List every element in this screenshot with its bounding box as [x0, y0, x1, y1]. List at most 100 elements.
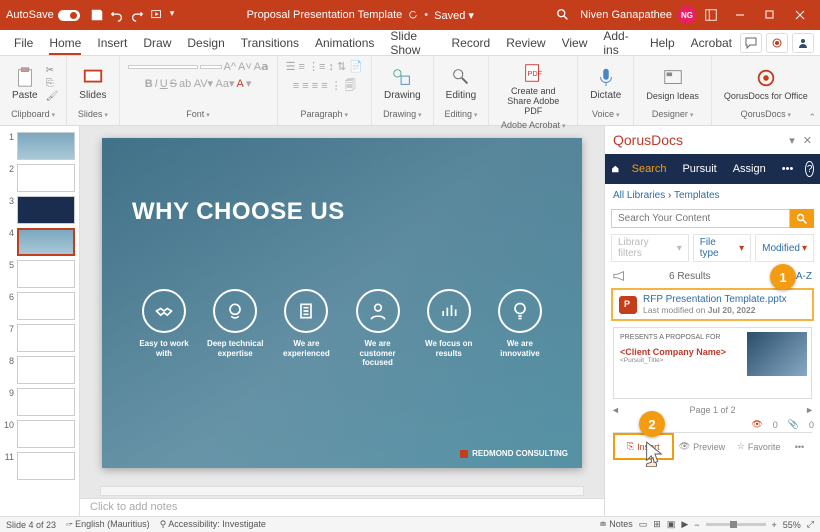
thumb-4[interactable]: 4: [0, 226, 79, 258]
thumb-2[interactable]: 2: [0, 162, 79, 194]
thumb-5[interactable]: 5: [0, 258, 79, 290]
qorus-button[interactable]: QorusDocs for Office: [720, 65, 812, 103]
close-button[interactable]: [786, 4, 814, 26]
view-normal-icon[interactable]: ▭: [639, 519, 648, 530]
fit-icon[interactable]: ⤢: [807, 519, 814, 530]
filter-filetype[interactable]: File type ▾: [693, 234, 751, 262]
thumb-1[interactable]: 1: [0, 130, 79, 162]
autosave-label: AutoSave: [6, 9, 54, 21]
slide-canvas[interactable]: WHY CHOOSE US Easy to work with Deep tec…: [102, 138, 582, 468]
drawing-button[interactable]: Drawing: [380, 64, 425, 103]
cut-icon[interactable]: ✂: [46, 65, 59, 76]
adobe-button[interactable]: PDFCreate and Share Adobe PDF: [497, 60, 569, 118]
menu-insert[interactable]: Insert: [89, 32, 135, 54]
pin-icon[interactable]: [704, 8, 718, 22]
share-button[interactable]: [792, 33, 814, 53]
dictate-button[interactable]: Dictate: [586, 64, 625, 103]
search-input[interactable]: [611, 209, 790, 228]
undo-icon[interactable]: [110, 8, 124, 22]
filter-modified[interactable]: Modified ▾: [755, 234, 814, 262]
thumb-3[interactable]: 3: [0, 194, 79, 226]
result-item[interactable]: RFP Presentation Template.pptx Last modi…: [611, 288, 814, 321]
pane-menu-icon[interactable]: ▾: [789, 134, 795, 147]
group-voice: Voice: [586, 107, 625, 121]
more-button[interactable]: •••: [787, 433, 812, 460]
favorite-button[interactable]: ☆Favorite: [730, 433, 787, 460]
redo-icon[interactable]: [130, 8, 144, 22]
breadcrumb[interactable]: All Libraries › Templates: [605, 184, 820, 207]
thumb-8[interactable]: 8: [0, 354, 79, 386]
autosave-toggle[interactable]: [58, 10, 80, 21]
zoom-slider[interactable]: [706, 523, 766, 526]
thumb-9[interactable]: 9: [0, 386, 79, 418]
view-sorter-icon[interactable]: ⊞: [653, 519, 661, 530]
tab-more[interactable]: •••: [778, 161, 798, 177]
slide-thumbnails[interactable]: 1 2 3 4 5 6 7 8 9 10 11: [0, 126, 80, 516]
menu-view[interactable]: View: [554, 32, 596, 54]
notes-button[interactable]: ≐ Notes: [599, 519, 633, 530]
paste-button[interactable]: Paste: [8, 64, 42, 103]
group-paragraph: Paragraph: [286, 107, 363, 121]
tab-assign[interactable]: Assign: [729, 161, 770, 177]
record-button[interactable]: [766, 33, 788, 53]
notes-placeholder[interactable]: Click to add notes: [80, 498, 604, 516]
designer-button[interactable]: Design Ideas: [642, 65, 703, 103]
group-designer: Designer: [642, 107, 703, 121]
format-painter-icon[interactable]: 🖌: [46, 91, 59, 102]
menu-help[interactable]: Help: [642, 32, 683, 54]
status-access[interactable]: ⚲ Accessibility: Investigate: [160, 519, 266, 530]
menu-design[interactable]: Design: [179, 32, 232, 54]
scroll-icon: [284, 289, 328, 333]
user-name: Niven Ganapathee: [580, 9, 672, 21]
thumb-7[interactable]: 7: [0, 322, 79, 354]
page-prev[interactable]: ◄: [611, 405, 620, 415]
minimize-button[interactable]: [726, 4, 754, 26]
menu-draw[interactable]: Draw: [135, 32, 179, 54]
result-subtitle: Last modified on Jul 20, 2022: [643, 305, 787, 315]
refresh-icon: [408, 10, 418, 20]
menu-home[interactable]: Home: [41, 32, 89, 54]
filter-library[interactable]: Library filters ▾: [611, 234, 689, 262]
zoom-level[interactable]: 55%: [783, 520, 801, 530]
menu-file[interactable]: File: [6, 32, 41, 54]
thumb-10[interactable]: 10: [0, 418, 79, 450]
copy-icon[interactable]: ⎘: [46, 78, 59, 89]
preview-button[interactable]: 👁Preview: [674, 433, 731, 460]
menu-animations[interactable]: Animations: [307, 32, 382, 54]
zoom-in[interactable]: +: [772, 520, 777, 530]
search-button[interactable]: [790, 209, 814, 228]
menu-transitions[interactable]: Transitions: [233, 32, 307, 54]
menu-acrobat[interactable]: Acrobat: [683, 32, 740, 54]
maximize-button[interactable]: [756, 4, 784, 26]
thumb-11[interactable]: 11: [0, 450, 79, 482]
tab-search[interactable]: Search: [628, 161, 671, 177]
home-icon[interactable]: [611, 160, 620, 178]
group-editing: Editing: [442, 107, 481, 121]
tab-pursuit[interactable]: Pursuit: [678, 161, 720, 177]
slides-button[interactable]: Slides: [75, 64, 110, 103]
view-reading-icon[interactable]: ▣: [667, 519, 676, 530]
search-icon[interactable]: [556, 8, 570, 22]
editing-button[interactable]: Editing: [442, 64, 481, 103]
bars-icon: [427, 289, 471, 333]
zoom-out[interactable]: −: [694, 520, 699, 530]
group-clipboard: Clipboard: [8, 107, 58, 121]
saved-status[interactable]: Saved ▾: [434, 9, 474, 22]
help-icon[interactable]: ?: [805, 161, 814, 177]
horizontal-scrollbar[interactable]: [100, 486, 584, 496]
cursor-icon: [643, 441, 665, 467]
view-slideshow-icon[interactable]: ▶: [681, 519, 688, 530]
page-next[interactable]: ►: [805, 405, 814, 415]
pane-close-icon[interactable]: ✕: [803, 134, 812, 147]
comments-button[interactable]: [740, 33, 762, 53]
menu-record[interactable]: Record: [444, 32, 499, 54]
collapse-ribbon-icon[interactable]: ⌃: [808, 112, 816, 123]
status-lang[interactable]: 🖙 English (Mauritius): [66, 519, 150, 530]
start-icon[interactable]: [150, 8, 164, 22]
avatar[interactable]: NG: [678, 6, 696, 24]
thumb-6[interactable]: 6: [0, 290, 79, 322]
save-icon[interactable]: [90, 8, 104, 22]
slide-title: WHY CHOOSE US: [132, 198, 345, 226]
menu-review[interactable]: Review: [498, 32, 553, 54]
sort-az[interactable]: A-Z: [796, 271, 812, 282]
